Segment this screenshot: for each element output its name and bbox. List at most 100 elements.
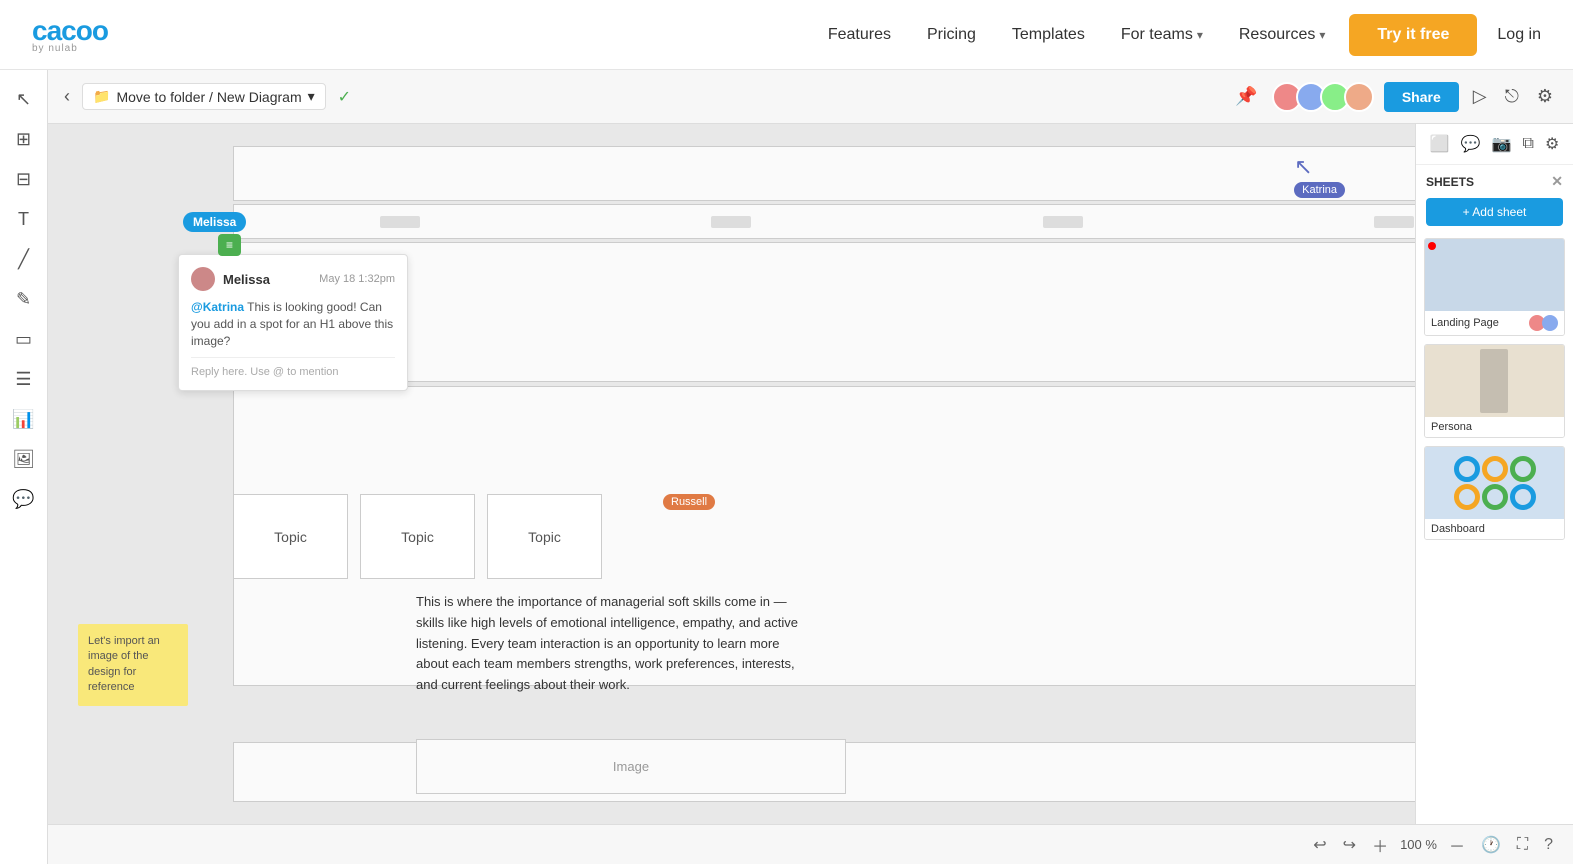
bottom-bar: ↩ ↪ ＋ 100 % － 🕐 ⛶ ? [48, 824, 1573, 864]
try-free-button[interactable]: Try it free [1349, 14, 1477, 56]
table-tool[interactable]: ⊞ [7, 122, 41, 156]
wf-nav-item [1043, 216, 1083, 228]
wf-nav-item [711, 216, 751, 228]
comment-text: @Katrina This is looking good! Can you a… [191, 299, 395, 349]
sheet-avatars-landing [1532, 315, 1558, 331]
pin-icon[interactable]: 📌 [1231, 82, 1261, 111]
comment-sticky-icon[interactable]: ≡ [218, 234, 241, 256]
comment-reply-input[interactable]: Reply here. Use @ to mention [191, 357, 395, 378]
avatar-group [1272, 82, 1374, 112]
landing-page-thumbnail [1425, 239, 1564, 311]
panel-settings-icon[interactable]: ⚙ [1545, 134, 1559, 154]
avatar-4 [1344, 82, 1374, 112]
resources-chevron-icon: ▾ [1319, 28, 1325, 42]
text-tool[interactable]: T [7, 202, 41, 236]
donut-4 [1454, 484, 1480, 510]
persona-image [1480, 349, 1508, 413]
undo-button[interactable]: ↩ [1309, 831, 1330, 859]
comment-author-name: Melissa [223, 272, 270, 287]
panel-top-icons: ⬜ 💬 📷 ⧉ ⚙ [1416, 124, 1573, 165]
cursor-label-russell: Russell [663, 494, 715, 510]
comment-mention: @Katrina [191, 300, 244, 314]
saved-check-icon: ✓ [338, 87, 351, 107]
line-tool[interactable]: ╱ [7, 242, 41, 276]
sheets-close-icon[interactable]: ✕ [1551, 173, 1563, 190]
share-button[interactable]: Share [1384, 82, 1459, 112]
canvas-area: ≡ Melissa Melissa May 18 1:32pm @Katrina… [48, 124, 1573, 824]
zoom-out-button[interactable]: － [1445, 829, 1469, 861]
panel-copy-icon[interactable]: ⧉ [1523, 135, 1534, 153]
list-tool[interactable]: ☰ [7, 362, 41, 396]
sticky-note[interactable]: Let's import an image of the design for … [78, 624, 188, 706]
wf-header [233, 146, 1561, 201]
image-placeholder: Image [416, 739, 846, 794]
canvas-wrapper: ‹ 📁 Move to folder / New Diagram ▾ ✓ 📌 S… [48, 70, 1573, 864]
panel-video-icon[interactable]: 📷 [1492, 134, 1512, 154]
donut-2 [1482, 456, 1508, 482]
select-tool[interactable]: ↖ [7, 82, 41, 116]
sheet-thumb-dashboard[interactable]: Dashboard [1424, 446, 1565, 540]
comment-bubble: Melissa May 18 1:32pm @Katrina This is l… [178, 254, 408, 391]
topic-label-2: Topic [401, 529, 434, 545]
sheet-avatar [1542, 315, 1558, 331]
export-icon[interactable]: ⎋ [1501, 82, 1523, 111]
frame-tool[interactable]: ▭ [7, 322, 41, 356]
sheet-thumb-persona[interactable]: Persona [1424, 344, 1565, 438]
nav-templates[interactable]: Templates [1012, 26, 1085, 44]
settings-icon[interactable]: ⚙ [1533, 82, 1557, 111]
login-button[interactable]: Log in [1497, 26, 1541, 44]
navbar: cacoo by nulab Features Pricing Template… [0, 0, 1573, 70]
wf-nav-item [380, 216, 420, 228]
nav-pricing[interactable]: Pricing [927, 26, 976, 44]
history-button[interactable]: 🕐 [1477, 831, 1505, 859]
sheets-title: SHEETS [1426, 175, 1474, 189]
zoom-level: 100 % [1400, 837, 1437, 852]
back-button[interactable]: ‹ [64, 86, 70, 107]
sheet-thumb-landing[interactable]: Landing Page [1424, 238, 1565, 336]
folder-icon: 📁 [93, 88, 110, 105]
topic-label-1: Topic [274, 529, 307, 545]
comment-author-tag: Melissa [183, 212, 246, 232]
cursor-label-katrina: Katrina [1294, 182, 1345, 198]
right-panel: ⬜ 💬 📷 ⧉ ⚙ SHEETS ✕ + Add sheet [1415, 124, 1573, 824]
image-tool[interactable]: 🖼 [7, 442, 41, 476]
diagram-body-text: This is where the importance of manageri… [416, 592, 806, 696]
present-icon[interactable]: ▷ [1469, 82, 1491, 111]
for-teams-chevron-icon: ▾ [1197, 28, 1203, 42]
fit-button[interactable]: ⛶ [1513, 832, 1532, 858]
dashboard-thumbnail [1425, 447, 1564, 519]
topic-box-1[interactable]: Topic [233, 494, 348, 579]
help-button[interactable]: ? [1540, 832, 1557, 858]
nav-links: Features Pricing Templates For teams ▾ R… [828, 26, 1326, 44]
comment-tool[interactable]: 💬 [7, 482, 41, 516]
panel-shape-icon[interactable]: ⬜ [1430, 134, 1450, 154]
topic-label-3: Topic [528, 529, 561, 545]
add-sheet-button[interactable]: + Add sheet [1426, 198, 1563, 226]
canvas-main[interactable]: ≡ Melissa Melissa May 18 1:32pm @Katrina… [48, 124, 1573, 824]
panel-comment-icon[interactable]: 💬 [1461, 134, 1481, 154]
comment-avatar [191, 267, 215, 291]
folder-path: Move to folder / New Diagram [116, 89, 301, 105]
donut-3 [1510, 456, 1536, 482]
nav-for-teams[interactable]: For teams ▾ [1121, 26, 1203, 44]
wf-hero [233, 242, 1561, 382]
nav-features[interactable]: Features [828, 26, 891, 44]
logo: cacoo by nulab [32, 15, 108, 54]
grid-tool[interactable]: ⊟ [7, 162, 41, 196]
canvas-topbar: ‹ 📁 Move to folder / New Diagram ▾ ✓ 📌 S… [48, 70, 1573, 124]
wf-nav [233, 204, 1561, 239]
persona-thumbnail [1425, 345, 1564, 417]
donut-5 [1482, 484, 1508, 510]
chart-tool[interactable]: 📊 [7, 402, 41, 436]
topic-box-3[interactable]: Topic [487, 494, 602, 579]
pencil-tool[interactable]: ✎ [7, 282, 41, 316]
nav-resources[interactable]: Resources ▾ [1239, 26, 1326, 44]
comment-header: Melissa May 18 1:32pm [191, 267, 395, 291]
redo-button[interactable]: ↪ [1339, 831, 1360, 859]
main-area: ↖ ⊞ ⊟ T ╱ ✎ ▭ ☰ 📊 🖼 💬 ‹ 📁 Move to folder… [0, 70, 1573, 864]
topic-box-2[interactable]: Topic [360, 494, 475, 579]
add-page-button[interactable]: ＋ [1368, 829, 1392, 861]
sheet-label-dashboard: Dashboard [1425, 519, 1564, 539]
folder-label[interactable]: 📁 Move to folder / New Diagram ▾ [82, 83, 326, 110]
left-toolbar: ↖ ⊞ ⊟ T ╱ ✎ ▭ ☰ 📊 🖼 💬 [0, 70, 48, 864]
